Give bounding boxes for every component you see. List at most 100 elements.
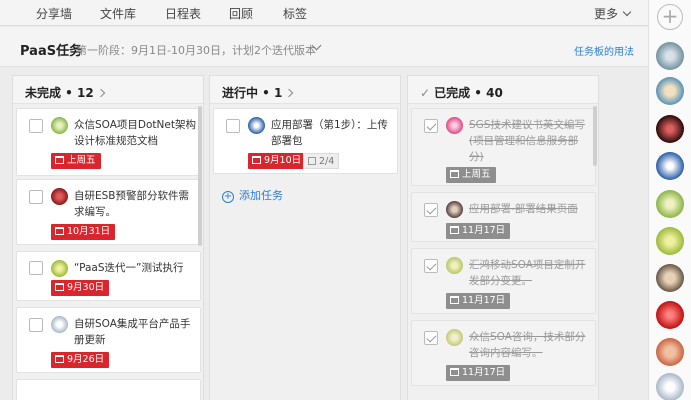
subtask-count[interactable]: 2/4 — [303, 153, 340, 169]
due-date: 9月26日 — [67, 354, 105, 365]
column-in-progress: 进行中 • 1 应用部署（第1步）：上传部署包 9月10日 2/4 + 添加任务 — [209, 75, 401, 400]
task-title: 众信SOA项目DotNet架构设计标准规范文档 — [74, 119, 196, 147]
avatar — [446, 117, 463, 134]
avatar — [51, 316, 68, 333]
task-title: “PaaS迭代一”测试执行 — [74, 262, 184, 274]
task-title: 汇鸿移动SOA项目定制开发部分变更。 — [469, 259, 586, 287]
avatar — [446, 257, 463, 274]
task-card[interactable]: 众信SOA咨询，技术部分咨询内容编写。 11月17日 — [411, 320, 596, 386]
calendar-icon — [55, 227, 64, 235]
avatar — [51, 260, 68, 277]
task-card[interactable]: SGS技术建议书英文编写(项目管理和信息服务部分) 上周五 — [411, 108, 596, 186]
due-date-badge[interactable]: 11月17日 — [446, 293, 511, 309]
avatar[interactable] — [656, 115, 684, 143]
calendar-icon — [55, 355, 64, 363]
chevron-right-icon — [285, 88, 294, 98]
due-date: 上周五 — [67, 155, 96, 166]
avatar[interactable] — [656, 373, 684, 400]
chevron-down-icon — [622, 7, 632, 17]
due-date: 9月10日 — [264, 155, 302, 166]
avatar — [51, 188, 68, 205]
nav-calendar[interactable]: 日程表 — [165, 5, 201, 22]
chevron-right-icon — [96, 88, 105, 98]
avatar[interactable] — [656, 42, 684, 70]
avatar — [248, 117, 265, 134]
calendar-icon — [252, 156, 261, 164]
scrollbar[interactable] — [198, 106, 202, 246]
project-header: PaaS任务 第一阶段：9月1日-10月30日，计划2个迭代版本 任务板的用法 — [0, 27, 648, 67]
column-header[interactable]: 未完成 • 12 — [13, 76, 203, 104]
task-card[interactable]: 自研ESB预警部分软件需求编写。 10月31日 — [16, 179, 201, 245]
due-date: 11月17日 — [462, 225, 506, 236]
task-title: 自研ESB预警部分软件需求编写。 — [74, 190, 190, 218]
calendar-icon — [450, 296, 459, 304]
add-task-label: 添加任务 — [239, 189, 283, 202]
task-checkbox[interactable] — [29, 318, 43, 332]
due-date-badge[interactable]: 11月17日 — [446, 365, 511, 381]
column-header[interactable]: ✓ 已完成 • 40 — [408, 76, 598, 104]
task-card-partial[interactable] — [16, 379, 201, 400]
avatar[interactable] — [656, 301, 684, 329]
task-checkbox[interactable] — [29, 119, 43, 133]
nav-share-wall[interactable]: 分享墙 — [36, 5, 72, 22]
column-title: 未完成 • 12 — [25, 86, 94, 100]
task-checkbox[interactable] — [424, 259, 438, 273]
plus-circle-icon: + — [222, 191, 234, 203]
avatar — [446, 329, 463, 346]
column-header[interactable]: 进行中 • 1 — [210, 76, 400, 104]
avatar[interactable] — [656, 338, 684, 366]
task-checkbox[interactable] — [424, 203, 438, 217]
task-title: 众信SOA咨询，技术部分咨询内容编写。 — [469, 331, 586, 359]
column-todo: 未完成 • 12 众信SOA项目DotNet架构设计标准规范文档 上周五 自研E… — [12, 75, 204, 400]
due-date-badge[interactable]: 9月10日 — [248, 153, 307, 169]
top-nav: 分享墙 文件库 日程表 回顾 标签 更多 — [0, 0, 648, 26]
add-task-button[interactable]: + 添加任务 — [222, 187, 283, 203]
due-date: 11月17日 — [462, 367, 506, 378]
avatar[interactable] — [656, 264, 684, 292]
avatar[interactable] — [656, 152, 684, 180]
more-label: 更多 — [593, 7, 618, 21]
task-card[interactable]: 应用部署-部署结果页面 11月17日 — [411, 192, 596, 242]
avatar — [51, 117, 68, 134]
due-date-badge[interactable]: 上周五 — [51, 153, 101, 169]
subtask-progress: 2/4 — [319, 156, 335, 167]
task-card[interactable]: 自研SOA集成平台产品手册更新 9月26日 — [16, 307, 201, 373]
column-done: ✓ 已完成 • 40 SGS技术建议书英文编写(项目管理和信息服务部分) 上周五 … — [407, 75, 599, 400]
calendar-icon — [450, 170, 459, 178]
more-menu[interactable]: 更多 — [593, 5, 632, 22]
due-date-badge[interactable]: 10月31日 — [51, 224, 116, 240]
due-date-badge[interactable]: 9月30日 — [51, 280, 110, 296]
task-card[interactable]: 汇鸿移动SOA项目定制开发部分变更。 11月17日 — [411, 248, 596, 314]
task-card[interactable]: 应用部署（第1步）：上传部署包 9月10日 2/4 — [213, 108, 398, 174]
due-date-badge[interactable]: 11月17日 — [446, 223, 511, 239]
column-title: 已完成 • 40 — [434, 86, 503, 100]
avatar — [446, 201, 463, 218]
task-checkbox[interactable] — [29, 190, 43, 204]
due-date-badge[interactable]: 上周五 — [446, 167, 496, 183]
avatar[interactable] — [656, 227, 684, 255]
due-date: 11月17日 — [462, 295, 506, 306]
calendar-icon — [55, 156, 64, 164]
nav-file-library[interactable]: 文件库 — [100, 5, 136, 22]
task-checkbox[interactable] — [29, 261, 43, 275]
nav-review[interactable]: 回顾 — [229, 5, 253, 22]
task-title: 自研SOA集成平台产品手册更新 — [74, 318, 191, 346]
task-checkbox[interactable] — [424, 119, 438, 133]
checklist-icon — [308, 157, 316, 165]
task-title: SGS技术建议书英文编写(项目管理和信息服务部分) — [469, 119, 585, 163]
page-subtitle: 第一阶段：9月1日-10月30日，计划2个迭代版本 — [76, 44, 316, 57]
due-date-badge[interactable]: 9月26日 — [51, 352, 110, 368]
scrollbar[interactable] — [593, 106, 597, 166]
add-member-button[interactable]: + — [657, 4, 683, 30]
task-title: 应用部署（第1步）：上传部署包 — [271, 119, 388, 147]
task-checkbox[interactable] — [424, 331, 438, 345]
task-card[interactable]: 众信SOA项目DotNet架构设计标准规范文档 上周五 — [16, 108, 201, 176]
task-checkbox[interactable] — [226, 119, 240, 133]
member-sidebar: + — [648, 0, 691, 400]
help-link[interactable]: 任务板的用法 — [574, 43, 634, 58]
avatar[interactable] — [656, 190, 684, 218]
nav-tags[interactable]: 标签 — [283, 5, 307, 22]
task-card[interactable]: “PaaS迭代一”测试执行 9月30日 — [16, 251, 201, 301]
due-date: 9月30日 — [67, 282, 105, 293]
avatar[interactable] — [656, 77, 684, 105]
